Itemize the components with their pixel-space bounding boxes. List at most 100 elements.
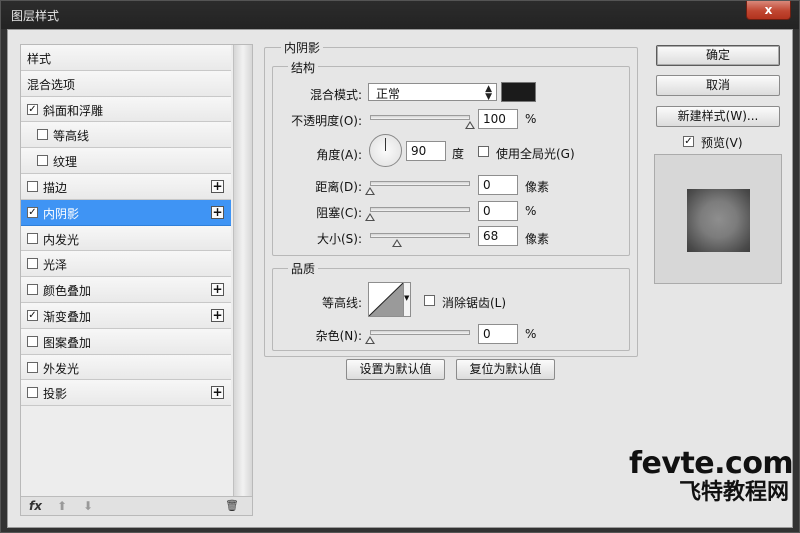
noise-unit: % (525, 327, 537, 341)
updown-arrow-icon: ▲ ▼ (485, 84, 492, 102)
opacity-unit: % (525, 112, 537, 126)
style-item-label: 内阴影 (43, 206, 80, 221)
style-item[interactable]: 光泽 (21, 251, 231, 278)
cancel-button[interactable]: 取消 (656, 75, 780, 96)
style-item[interactable]: 内发光 (21, 225, 231, 252)
distance-slider[interactable] (370, 181, 470, 186)
add-style-icon[interactable]: + (211, 205, 224, 219)
blend-mode-value: 正常 (376, 87, 401, 101)
choke-slider[interactable] (370, 207, 470, 212)
contour-picker[interactable] (368, 282, 404, 317)
style-item[interactable]: 混合选项 (21, 70, 231, 97)
style-item-checkbox[interactable]: ✓ (27, 309, 38, 321)
style-item[interactable]: 颜色叠加 + (21, 277, 231, 303)
site-watermark: fevte.com 飞特教程网 (629, 446, 794, 505)
style-item-label: 混合选项 (27, 77, 76, 92)
shadow-color-swatch[interactable] (501, 82, 536, 102)
style-item-checkbox[interactable] (27, 284, 38, 296)
close-button[interactable]: x (746, 1, 791, 20)
contour-curve-icon (369, 283, 403, 316)
style-item-label: 光泽 (43, 258, 68, 273)
style-item[interactable]: ✓ 斜面和浮雕 (21, 96, 231, 123)
add-style-icon[interactable]: + (211, 386, 224, 400)
style-item-checkbox[interactable]: ✓ (27, 206, 38, 218)
style-item-checkbox[interactable] (27, 361, 38, 373)
fx-button[interactable]: fx (29, 499, 42, 513)
choke-input[interactable]: 0 (478, 201, 518, 221)
style-item-label: 等高线 (53, 129, 90, 144)
style-item[interactable]: 图案叠加 (21, 328, 231, 355)
blend-mode-select[interactable]: 正常 ▲ ▼ (368, 83, 497, 102)
style-item-label: 投影 (43, 387, 68, 402)
noise-slider[interactable] (370, 330, 470, 335)
quality-title: 品质 (288, 260, 319, 277)
style-list-scrollbar[interactable] (233, 45, 252, 497)
make-default-button[interactable]: 设置为默认值 (346, 359, 445, 380)
distance-input[interactable]: 0 (478, 175, 518, 195)
reset-default-button[interactable]: 复位为默认值 (456, 359, 555, 380)
opacity-slider[interactable] (370, 115, 470, 120)
style-item[interactable]: ✓ 内阴影 + (21, 199, 231, 226)
layer-style-dialog: 图层样式 x 样式混合选项 ✓ 斜面和浮雕等高线纹理描边 + ✓ 内阴影 + 内发光光泽颜色叠… (0, 0, 800, 533)
move-up-icon[interactable]: ⬆ (57, 499, 67, 513)
style-item-checkbox[interactable] (37, 155, 48, 167)
style-item-checkbox[interactable] (27, 180, 38, 192)
preview-swatch (687, 189, 750, 252)
anti-alias-checkbox[interactable] (424, 295, 435, 306)
add-style-icon[interactable]: + (211, 283, 224, 297)
choke-label: 阻塞(C): (316, 206, 362, 220)
title-bar[interactable]: 图层样式 x (1, 1, 799, 29)
style-item-checkbox[interactable] (27, 232, 38, 244)
distance-slider-thumb[interactable] (365, 187, 375, 195)
watermark-domain: fevte.com (629, 446, 794, 481)
size-slider-thumb[interactable] (392, 239, 402, 247)
global-light-checkbox[interactable] (478, 146, 489, 157)
structure-title: 结构 (288, 59, 319, 76)
new-style-button[interactable]: 新建样式(W)... (656, 106, 780, 127)
preview-label[interactable]: 预览(V) (701, 134, 743, 151)
contour-label: 等高线: (321, 296, 362, 310)
style-item-label: 外发光 (43, 361, 80, 376)
size-slider[interactable] (370, 233, 470, 238)
size-unit: 像素 (525, 232, 550, 246)
trash-icon[interactable]: 🗑 (225, 499, 239, 512)
style-item-checkbox[interactable]: ✓ (27, 103, 38, 115)
style-item-checkbox[interactable] (27, 387, 38, 399)
style-item-label: 描边 (43, 180, 68, 195)
chevron-down-icon: ▼ (404, 294, 410, 302)
global-light-label[interactable]: 使用全局光(G) (496, 145, 575, 162)
add-style-icon[interactable]: + (211, 308, 224, 322)
style-item-label: 内发光 (43, 232, 80, 247)
angle-input[interactable]: 90 (406, 141, 446, 161)
style-item[interactable]: 投影 + (21, 380, 231, 407)
style-list: 样式 混合选项 ✓ 斜面和浮雕 等高线 纹理 描边 + ✓ 内阴影 + 内发光 光泽 颜色叠加 + ✓ 渐变叠加… (21, 45, 231, 407)
style-item[interactable]: 描边 + (21, 173, 231, 200)
style-item-checkbox[interactable] (27, 335, 38, 347)
preview-checkbox[interactable]: ✓ (683, 136, 694, 147)
size-input[interactable]: 68 (478, 226, 518, 246)
style-item-label: 样式 (27, 52, 52, 66)
angle-needle (385, 138, 386, 151)
style-item[interactable]: 纹理 (21, 148, 231, 174)
opacity-slider-thumb[interactable] (465, 121, 475, 129)
noise-slider-thumb[interactable] (365, 336, 375, 344)
style-item-checkbox[interactable] (27, 258, 38, 270)
add-style-icon[interactable]: + (211, 179, 224, 193)
ok-button[interactable]: 确定 (656, 45, 780, 66)
anti-alias-label[interactable]: 消除锯齿(L) (442, 294, 506, 311)
opacity-input[interactable]: 100 (478, 109, 518, 129)
move-down-icon[interactable]: ⬇ (83, 499, 93, 513)
choke-slider-thumb[interactable] (365, 213, 375, 221)
style-item[interactable]: 外发光 (21, 354, 231, 381)
style-item-checkbox[interactable] (37, 129, 48, 141)
style-item[interactable]: 等高线 (21, 122, 231, 149)
style-item-label: 颜色叠加 (43, 284, 92, 299)
style-item[interactable]: ✓ 渐变叠加 + (21, 302, 231, 329)
style-item[interactable]: 样式 (21, 45, 231, 71)
noise-input[interactable]: 0 (478, 324, 518, 344)
style-item-label: 斜面和浮雕 (43, 103, 104, 118)
style-item-label: 图案叠加 (43, 335, 92, 350)
angle-dial[interactable] (369, 134, 402, 167)
style-item-label: 纹理 (53, 155, 78, 170)
contour-dropdown[interactable]: ▼ (404, 282, 411, 317)
